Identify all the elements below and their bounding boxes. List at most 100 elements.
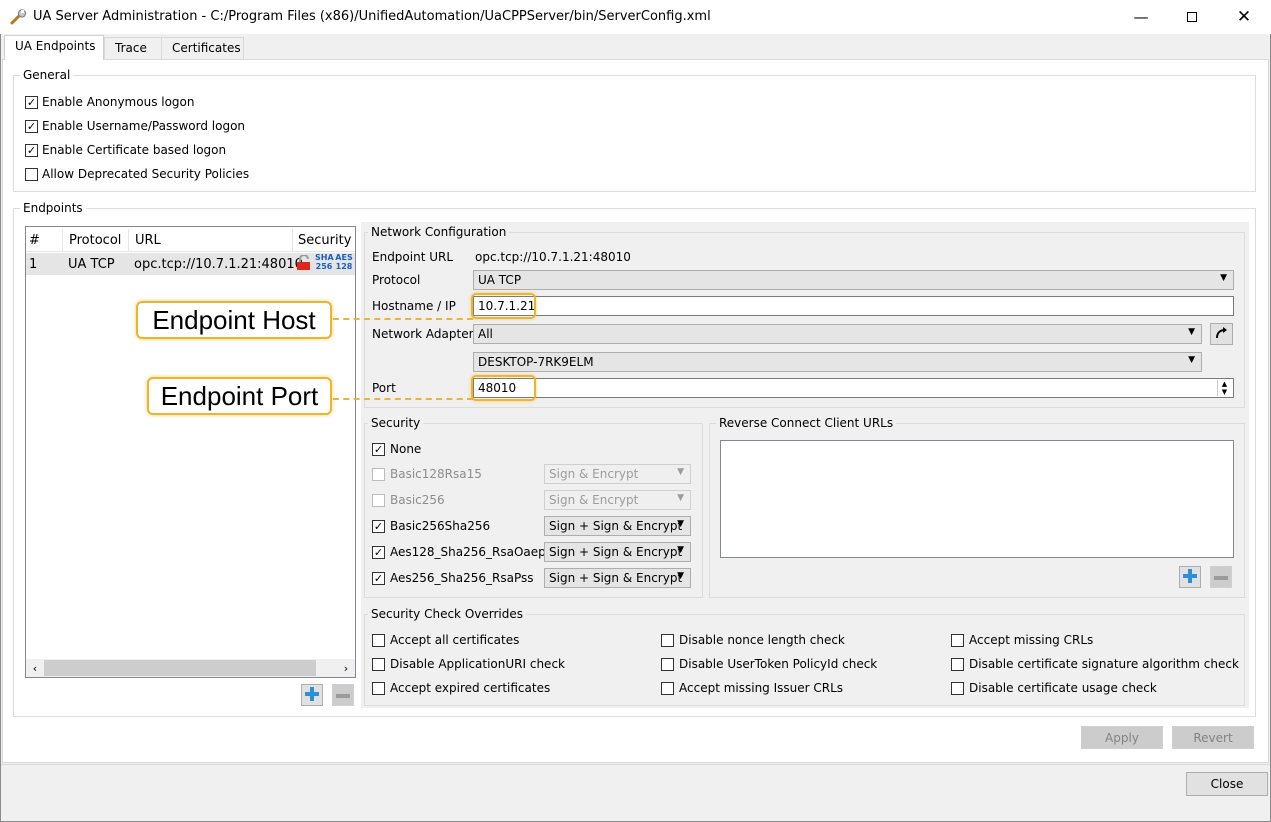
remove-endpoint-button[interactable] [332,684,354,706]
disable-sigalg-check-checkbox[interactable] [951,658,964,671]
network-adapter-select[interactable]: All ▼ [473,324,1202,344]
host-callout-line [333,318,473,320]
policy-aes128-mode-select[interactable]: Sign + Sign & Encrypt ▼ [544,542,691,562]
protocol-select[interactable]: UA TCP ▼ [473,270,1234,290]
policy-aes256-mode-select[interactable]: Sign + Sign & Encrypt ▼ [544,568,691,588]
tab-trace[interactable]: Trace [104,37,162,59]
column-header-url[interactable]: URL [135,233,161,248]
scroll-right-icon[interactable]: › [339,659,353,677]
chevron-down-icon[interactable]: ▼ [1218,388,1231,396]
refresh-adapters-button[interactable] [1210,323,1233,345]
disable-appuri-check-label: Disable ApplicationURI check [390,657,565,671]
plus-icon [305,686,319,704]
maximize-button[interactable] [1169,0,1215,34]
row-num: 1 [29,257,38,272]
policy-aes256-checkbox[interactable]: ✓ [372,572,385,585]
accept-all-certs-checkbox[interactable] [372,634,385,647]
endpoint-list[interactable] [25,226,356,678]
policy-basic256sha256-checkbox[interactable]: ✓ [372,520,385,533]
tab-ua-endpoints[interactable]: UA Endpoints [4,35,104,60]
deprecated-policies-checkbox[interactable] [25,168,38,181]
revert-button[interactable]: Revert [1172,726,1254,749]
hostname-highlight [471,293,536,319]
chevron-down-icon: ▼ [677,571,684,581]
certificate-logon-label: Enable Certificate based logon [42,143,227,157]
chevron-down-icon: ▼ [1188,327,1195,337]
policy-basic256sha256-mode-select[interactable]: Sign + Sign & Encrypt ▼ [544,516,691,536]
disable-cert-usage-check-checkbox[interactable] [951,682,964,695]
add-endpoint-button[interactable] [301,684,323,706]
apply-button[interactable]: Apply [1081,726,1163,749]
anonymous-logon-label: Enable Anonymous logon [42,95,195,109]
accept-missing-crls-checkbox[interactable] [951,634,964,647]
general-group-title: General [20,68,74,82]
accept-missing-issuer-crls-label: Accept missing Issuer CRLs [679,681,844,695]
add-reverse-url-button[interactable] [1179,566,1201,588]
chevron-down-icon: ▼ [677,545,684,555]
window-title: UA Server Administration - C:/Program Fi… [33,9,711,24]
column-header-security[interactable]: Security [298,233,351,248]
chevron-up-icon[interactable]: ▲ [1218,380,1231,388]
endpoint-host-callout: Endpoint Host [136,301,332,339]
disable-sigalg-check-label: Disable certificate signature algorithm … [969,657,1239,671]
minimize-button[interactable]: — [1118,0,1164,34]
deprecated-policies-label: Allow Deprecated Security Policies [42,167,250,181]
port-label: Port [372,381,396,395]
policy-basic128rsa15-checkbox[interactable] [372,468,385,481]
minimize-icon: — [1133,8,1149,26]
certificate-logon-checkbox[interactable]: ✓ [25,144,38,157]
adapter-host-select[interactable]: DESKTOP-7RK9ELM ▼ [473,352,1202,372]
minus-icon [1214,570,1228,584]
port-highlight [471,375,536,401]
redo-arrow-icon [1215,326,1229,343]
column-header-protocol[interactable]: Protocol [69,233,121,248]
close-window-button[interactable]: ✕ [1221,0,1267,34]
policy-aes256-label: Aes256_Sha256_RsaPss [390,571,534,585]
anonymous-logon-checkbox[interactable]: ✓ [25,96,38,109]
network-adapter-label: Network Adapter [372,327,474,341]
policy-basic128rsa15-label: Basic128Rsa15 [390,467,482,481]
scroll-left-icon[interactable]: ‹ [28,659,42,677]
accept-all-certs-label: Accept all certificates [390,633,520,647]
footer-divider [1,764,1270,765]
aes128-icon: AES 128 [335,253,353,271]
security-overrides-title: Security Check Overrides [368,607,526,621]
close-button[interactable]: Close [1186,772,1268,796]
remove-reverse-url-button[interactable] [1210,566,1232,588]
endpoints-group-title: Endpoints [20,201,86,215]
title-bar: UA Server Administration - C:/Program Fi… [0,0,1271,34]
plus-icon [1183,568,1197,586]
hostname-input[interactable]: 10.7.1.21 [473,296,1234,316]
username-logon-checkbox[interactable]: ✓ [25,120,38,133]
tab-certificates[interactable]: Certificates [161,37,244,59]
chevron-down-icon: ▼ [677,493,684,503]
disable-usertoken-check-checkbox[interactable] [661,658,674,671]
maximize-icon [1187,12,1197,22]
policy-basic256sha256-label: Basic256Sha256 [390,519,491,533]
username-logon-label: Enable Username/Password logon [42,119,246,133]
policy-aes128-label: Aes128_Sha256_RsaOaep [390,545,546,559]
endpoint-url-value: opc.tcp://10.7.1.21:48010 [475,250,631,264]
policy-basic256-checkbox[interactable] [372,494,385,507]
network-config-title: Network Configuration [368,225,510,239]
policy-basic128rsa15-mode-select[interactable]: Sign & Encrypt ▼ [544,464,691,484]
scroll-thumb[interactable] [44,660,316,676]
policy-none-checkbox[interactable]: ✓ [372,443,385,456]
accept-expired-certs-checkbox[interactable] [372,682,385,695]
policy-none-label: None [390,442,422,456]
policy-aes128-checkbox[interactable]: ✓ [372,546,385,559]
reverse-connect-list[interactable] [720,440,1234,558]
port-stepper[interactable]: ▲ ▼ [1217,380,1231,396]
disable-appuri-check-checkbox[interactable] [372,658,385,671]
accept-missing-issuer-crls-checkbox[interactable] [661,682,674,695]
policy-basic256-mode-select[interactable]: Sign & Encrypt ▼ [544,490,691,510]
accept-expired-certs-label: Accept expired certificates [390,681,551,695]
row-url: opc.tcp://10.7.1.21:48010 [134,257,303,272]
disable-nonce-check-checkbox[interactable] [661,634,674,647]
column-header-num[interactable]: # [29,233,40,248]
endpoint-port-callout: Endpoint Port [147,377,332,415]
port-spinbox[interactable]: 48010 [473,378,1234,398]
chevron-down-icon: ▼ [677,519,684,529]
close-icon: ✕ [1236,7,1252,27]
disable-nonce-check-label: Disable nonce length check [679,633,845,647]
